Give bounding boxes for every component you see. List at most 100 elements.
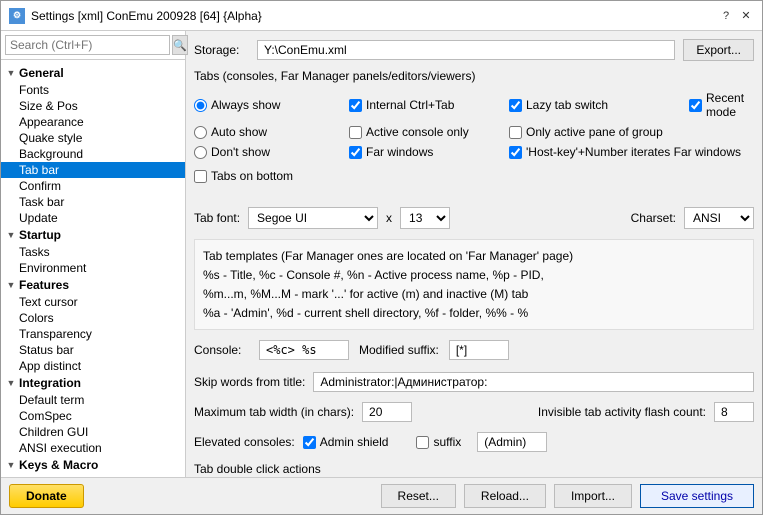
section-keys-macro[interactable]: ▼ Keys & Macro [1, 456, 185, 474]
import-button[interactable]: Import... [554, 484, 632, 508]
section-startup[interactable]: ▼ Startup [1, 226, 185, 244]
section-general-label: General [17, 66, 64, 80]
storage-input[interactable] [257, 40, 675, 60]
maxwidth-input[interactable] [362, 402, 412, 422]
check-recent-input[interactable] [689, 99, 702, 112]
check-active-console-input[interactable] [349, 126, 362, 139]
section-keys-label: Keys & Macro [17, 458, 98, 472]
charset-select[interactable]: ANSI [684, 207, 754, 229]
donate-button[interactable]: Donate [9, 484, 84, 508]
check-hostkey-input[interactable] [509, 146, 522, 159]
check-lazy-label: Lazy tab switch [526, 98, 608, 112]
sidebar-item-confirm[interactable]: Confirm [1, 178, 185, 194]
elevated-row: Elevated consoles: Admin shield suffix [194, 432, 754, 452]
sidebar-item-children-gui[interactable]: Children GUI [1, 424, 185, 440]
sidebar-item-app-distinct[interactable]: App distinct [1, 358, 185, 374]
sidebar-item-environment[interactable]: Environment [1, 260, 185, 276]
expand-integration-icon: ▼ [5, 378, 17, 388]
settings-window: ⚙ Settings [xml] ConEmu 200928 [64] {Alp… [0, 0, 763, 515]
admin-shield-checkbox[interactable] [303, 436, 316, 449]
check-lazy: Lazy tab switch [509, 97, 689, 113]
reset-button[interactable]: Reset... [381, 484, 456, 508]
help-button[interactable]: ? [718, 8, 734, 24]
sidebar-item-status-bar[interactable]: Status bar [1, 342, 185, 358]
radio-always-show-input[interactable] [194, 99, 207, 112]
check-far-windows-label: Far windows [366, 145, 433, 159]
titlebar-controls: ? ✕ [718, 8, 754, 24]
suffix-input[interactable] [477, 432, 547, 452]
expand-keys-icon: ▼ [5, 460, 17, 470]
right-panel: Storage: Export... Tabs (consoles, Far M… [186, 31, 762, 477]
radio-auto-show-input[interactable] [194, 126, 207, 139]
sidebar-item-default-term[interactable]: Default term [1, 392, 185, 408]
sidebar-item-transparency[interactable]: Transparency [1, 326, 185, 342]
font-x-label: x [386, 211, 392, 225]
close-button[interactable]: ✕ [738, 8, 754, 24]
modified-input[interactable] [449, 340, 509, 360]
sidebar-item-size-pos[interactable]: Size & Pos [1, 98, 185, 114]
sidebar-item-tasks[interactable]: Tasks [1, 244, 185, 260]
check-recent-label: Recent mode [706, 91, 754, 119]
check-hostkey-label: 'Host-key'+Number iterates Far windows [526, 145, 741, 159]
section-integration[interactable]: ▼ Integration [1, 374, 185, 392]
check-only-active-pane-input[interactable] [509, 126, 522, 139]
template-header: Tab templates (Far Manager ones are loca… [203, 247, 745, 265]
radio-dont-show-input[interactable] [194, 146, 207, 159]
modified-label: Modified suffix: [359, 343, 439, 357]
sidebar-item-text-cursor[interactable]: Text cursor [1, 294, 185, 310]
check-far-windows-input[interactable] [349, 146, 362, 159]
sidebar-item-tab-bar[interactable]: Tab bar [1, 162, 185, 178]
sidebar-item-task-bar[interactable]: Task bar [1, 194, 185, 210]
sidebar-item-comspec[interactable]: ComSpec [1, 408, 185, 424]
maxwidth-label: Maximum tab width (in chars): [194, 405, 354, 419]
sidebar-item-appearance[interactable]: Appearance [1, 114, 185, 130]
check-tabs-bottom-input[interactable] [194, 170, 207, 183]
expand-features-icon: ▼ [5, 280, 17, 290]
check-active-console-label: Active console only [366, 125, 469, 139]
size-select[interactable]: 13 [400, 207, 450, 229]
console-row: Console: Modified suffix: [194, 340, 754, 360]
console-input[interactable] [259, 340, 349, 360]
check-internal-input[interactable] [349, 99, 362, 112]
suffix-label: suffix [433, 435, 461, 449]
font-label: Tab font: [194, 211, 240, 225]
check-tabs-bottom-label: Tabs on bottom [211, 169, 293, 183]
check-only-active-pane: Only active pane of group [509, 124, 689, 140]
save-button[interactable]: Save settings [640, 484, 754, 508]
check-lazy-input[interactable] [509, 99, 522, 112]
titlebar-left: ⚙ Settings [xml] ConEmu 200928 [64] {Alp… [9, 8, 262, 24]
check-internal: Internal Ctrl+Tab [349, 97, 509, 113]
sidebar-item-fonts[interactable]: Fonts [1, 82, 185, 98]
reload-button[interactable]: Reload... [464, 484, 546, 508]
suffix-checkbox[interactable] [416, 436, 429, 449]
template-section: Tab templates (Far Manager ones are loca… [194, 239, 754, 330]
font-select[interactable]: Segoe UI [248, 207, 378, 229]
search-input[interactable] [5, 35, 170, 55]
font-row: Tab font: Segoe UI x 13 Charset: ANSI [194, 207, 754, 229]
maxwidth-row: Maximum tab width (in chars): Invisible … [194, 402, 754, 422]
sidebar-item-colors[interactable]: Colors [1, 310, 185, 326]
storage-row: Storage: Export... [194, 39, 754, 61]
section-general[interactable]: ▼ General [1, 64, 185, 82]
sidebar-item-update[interactable]: Update [1, 210, 185, 226]
main-content: 🔍 ▼ General Fonts Size & Pos Appearance … [1, 31, 762, 477]
export-button[interactable]: Export... [683, 39, 754, 61]
tabs-options: Always show Internal Ctrl+Tab Lazy tab s… [194, 89, 754, 161]
sidebar-item-quake-style[interactable]: Quake style [1, 130, 185, 146]
radio-always-show-label: Always show [211, 98, 280, 112]
radio-dont-show: Don't show [194, 144, 349, 160]
check-internal-label: Internal Ctrl+Tab [366, 98, 454, 112]
section-features[interactable]: ▼ Features [1, 276, 185, 294]
sidebar-item-background[interactable]: Background [1, 146, 185, 162]
sidebar-item-ansi-execution[interactable]: ANSI execution [1, 440, 185, 456]
suffix-check: suffix [416, 435, 461, 449]
radio-always-show: Always show [194, 97, 349, 113]
check-active-console: Active console only [349, 124, 509, 140]
skip-input[interactable] [313, 372, 754, 392]
section-features-label: Features [17, 278, 69, 292]
storage-label: Storage: [194, 43, 249, 57]
section-integration-label: Integration [17, 376, 81, 390]
sidebar: 🔍 ▼ General Fonts Size & Pos Appearance … [1, 31, 186, 477]
search-box: 🔍 [1, 31, 185, 60]
flash-input[interactable] [714, 402, 754, 422]
